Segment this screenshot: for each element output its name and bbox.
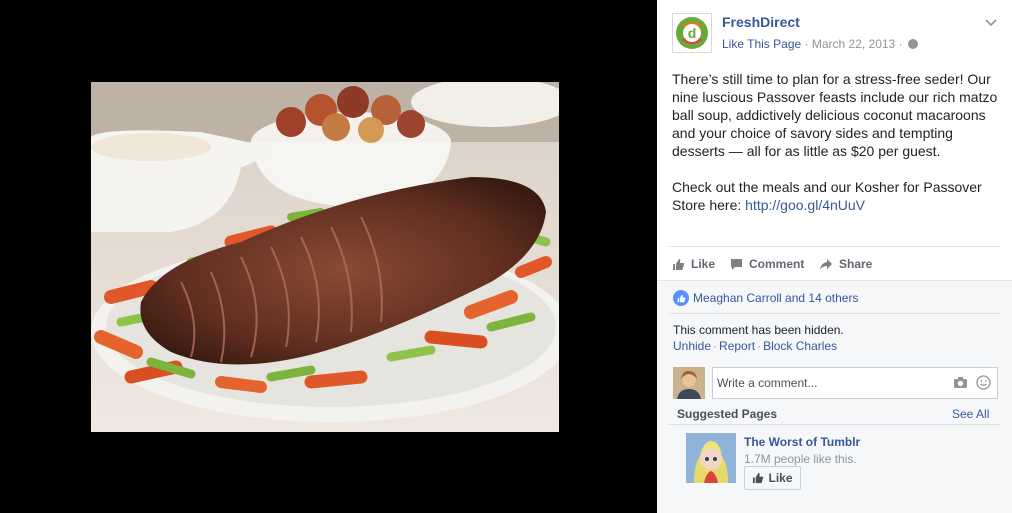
chevron-down-icon[interactable] — [984, 15, 998, 29]
divider — [669, 424, 1000, 425]
post-meta: Like This Page · March 22, 2013 · — [722, 37, 918, 51]
see-all-link[interactable]: See All — [952, 407, 989, 421]
photo-viewer-stage — [0, 0, 657, 513]
divider — [669, 246, 1000, 247]
share-label: Share — [839, 257, 873, 271]
suggested-like-label: Like — [768, 471, 793, 485]
comment-icon — [731, 258, 742, 270]
suggested-page-likes: 1.7M people like this. — [744, 452, 857, 466]
svg-text:d: d — [688, 25, 697, 41]
globe-icon — [907, 39, 918, 49]
comment-button[interactable]: Comment — [730, 255, 804, 273]
thumbs-up-icon — [673, 258, 685, 270]
suggested-page-name[interactable]: The Worst of Tumblr — [744, 435, 860, 449]
suggested-page-like-button[interactable]: Like — [744, 466, 801, 490]
like-label: Like — [691, 257, 716, 271]
link-separator: · — [713, 339, 718, 353]
post-link[interactable]: http://goo.gl/4nUuV — [745, 197, 865, 213]
smile-icon[interactable] — [976, 375, 991, 390]
suggested-page-avatar[interactable] — [686, 433, 736, 483]
camera-icon[interactable] — [953, 376, 968, 389]
avatar[interactable] — [673, 367, 705, 399]
comment-input[interactable]: Write a comment... — [712, 367, 998, 399]
share-icon — [820, 258, 832, 270]
thumbs-up-icon — [753, 472, 764, 484]
comment-label: Comment — [749, 257, 805, 271]
share-button[interactable]: Share — [819, 255, 872, 273]
post-text: There’s still time to plan for a stress-… — [672, 71, 998, 213]
meta-separator: · — [801, 37, 812, 51]
post-date[interactable]: March 22, 2013 — [812, 37, 895, 51]
unhide-link[interactable]: Unhide — [673, 339, 711, 353]
comment-placeholder: Write a comment... — [717, 376, 818, 390]
divider — [669, 313, 1000, 314]
suggested-pages-title: Suggested Pages — [677, 407, 778, 421]
page-name[interactable]: FreshDirect — [722, 14, 800, 30]
brisket-platter-image — [91, 82, 559, 432]
like-button[interactable]: Like — [672, 255, 715, 273]
hidden-comment-actions: Unhide · Report · Block Charles — [673, 339, 837, 353]
post-content: d FreshDirect Like This Page · March 22,… — [657, 0, 1012, 280]
freshdirect-logo[interactable]: d — [672, 13, 712, 53]
likes-summary[interactable]: Meaghan Carroll and 14 others — [673, 290, 858, 306]
block-link[interactable]: Block Charles — [763, 339, 837, 353]
post-photo[interactable] — [91, 82, 559, 432]
like-reaction-icon — [673, 290, 689, 306]
meta-separator-2: · — [895, 37, 906, 51]
hidden-comment-message: This comment has been hidden. — [673, 323, 844, 337]
link-separator: · — [757, 339, 762, 353]
likes-text: Meaghan Carroll and 14 others — [693, 291, 859, 305]
post-message: There’s still time to plan for a stress-… — [672, 70, 1002, 214]
like-page-link[interactable]: Like This Page — [722, 37, 801, 51]
post-side-panel: d FreshDirect Like This Page · March 22,… — [657, 0, 1012, 513]
report-link[interactable]: Report — [719, 339, 755, 353]
